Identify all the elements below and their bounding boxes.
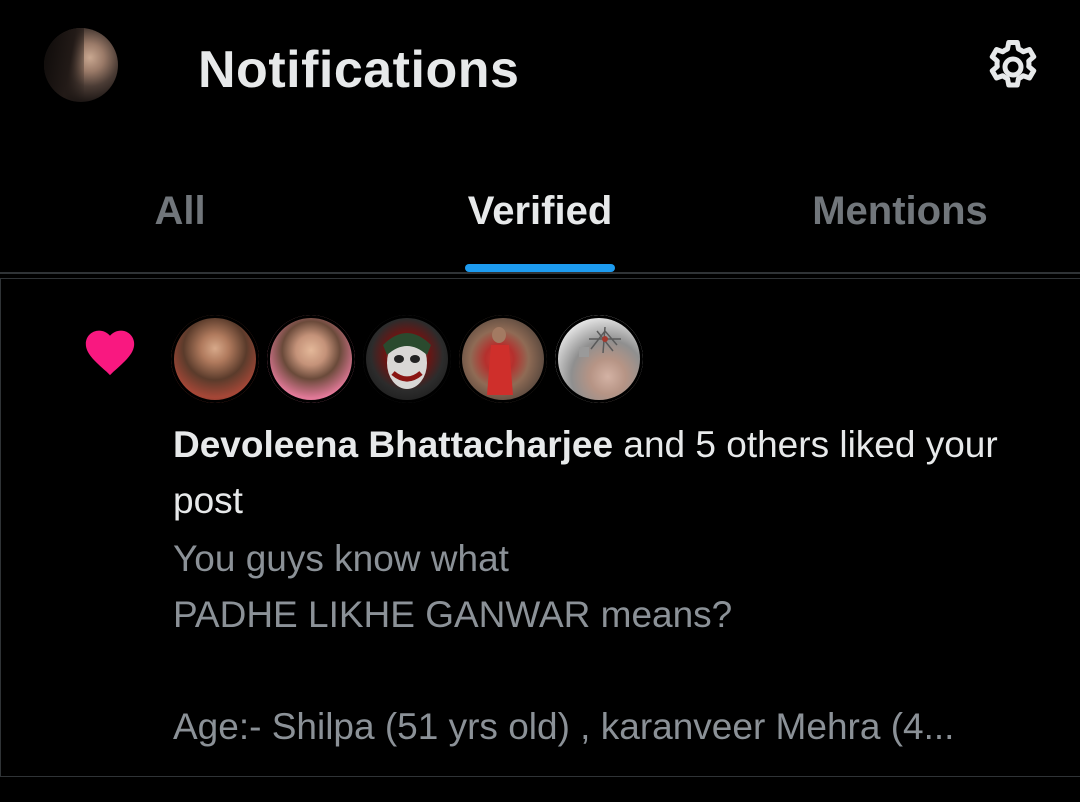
tab-all-label: All xyxy=(154,189,206,233)
notification-item[interactable]: Devoleena Bhattacharjee and 5 others lik… xyxy=(0,278,1080,776)
post-snippet-line: You guys know what xyxy=(173,538,509,579)
post-snippet: You guys know what PADHE LIKHE GANWAR me… xyxy=(173,531,1053,755)
liker-avatar[interactable] xyxy=(459,315,547,403)
notification-summary: Devoleena Bhattacharjee and 5 others lik… xyxy=(173,417,1043,529)
post-snippet-line xyxy=(173,643,1053,699)
user-avatar[interactable] xyxy=(44,28,118,102)
tab-mentions-label: Mentions xyxy=(812,189,988,233)
tabs-divider xyxy=(0,272,1080,274)
top-app-bar: Notifications xyxy=(0,0,1080,140)
heart-icon xyxy=(85,330,135,376)
avatar-hair-shade xyxy=(44,28,84,102)
liker-avatar[interactable] xyxy=(267,315,355,403)
tab-mentions[interactable]: Mentions xyxy=(720,170,1080,274)
tab-all[interactable]: All xyxy=(0,170,360,274)
liker-avatar[interactable] xyxy=(555,315,643,403)
settings-button[interactable] xyxy=(980,34,1046,100)
tab-verified[interactable]: Verified xyxy=(360,170,720,274)
post-snippet-line: Age:- Shilpa (51 yrs old) , karanveer Me… xyxy=(173,706,955,747)
active-tab-indicator xyxy=(465,264,615,272)
notification-tabs: All Verified Mentions xyxy=(0,170,1080,274)
liker-avatar[interactable] xyxy=(363,315,451,403)
post-snippet-line: PADHE LIKHE GANWAR means? xyxy=(173,594,733,635)
tab-verified-label: Verified xyxy=(467,189,613,233)
notification-divider xyxy=(0,776,1080,777)
page-title: Notifications xyxy=(198,41,520,99)
actor-name[interactable]: Devoleena Bhattacharjee xyxy=(173,424,613,465)
liker-avatar[interactable] xyxy=(171,315,259,403)
gear-icon xyxy=(989,40,1037,88)
